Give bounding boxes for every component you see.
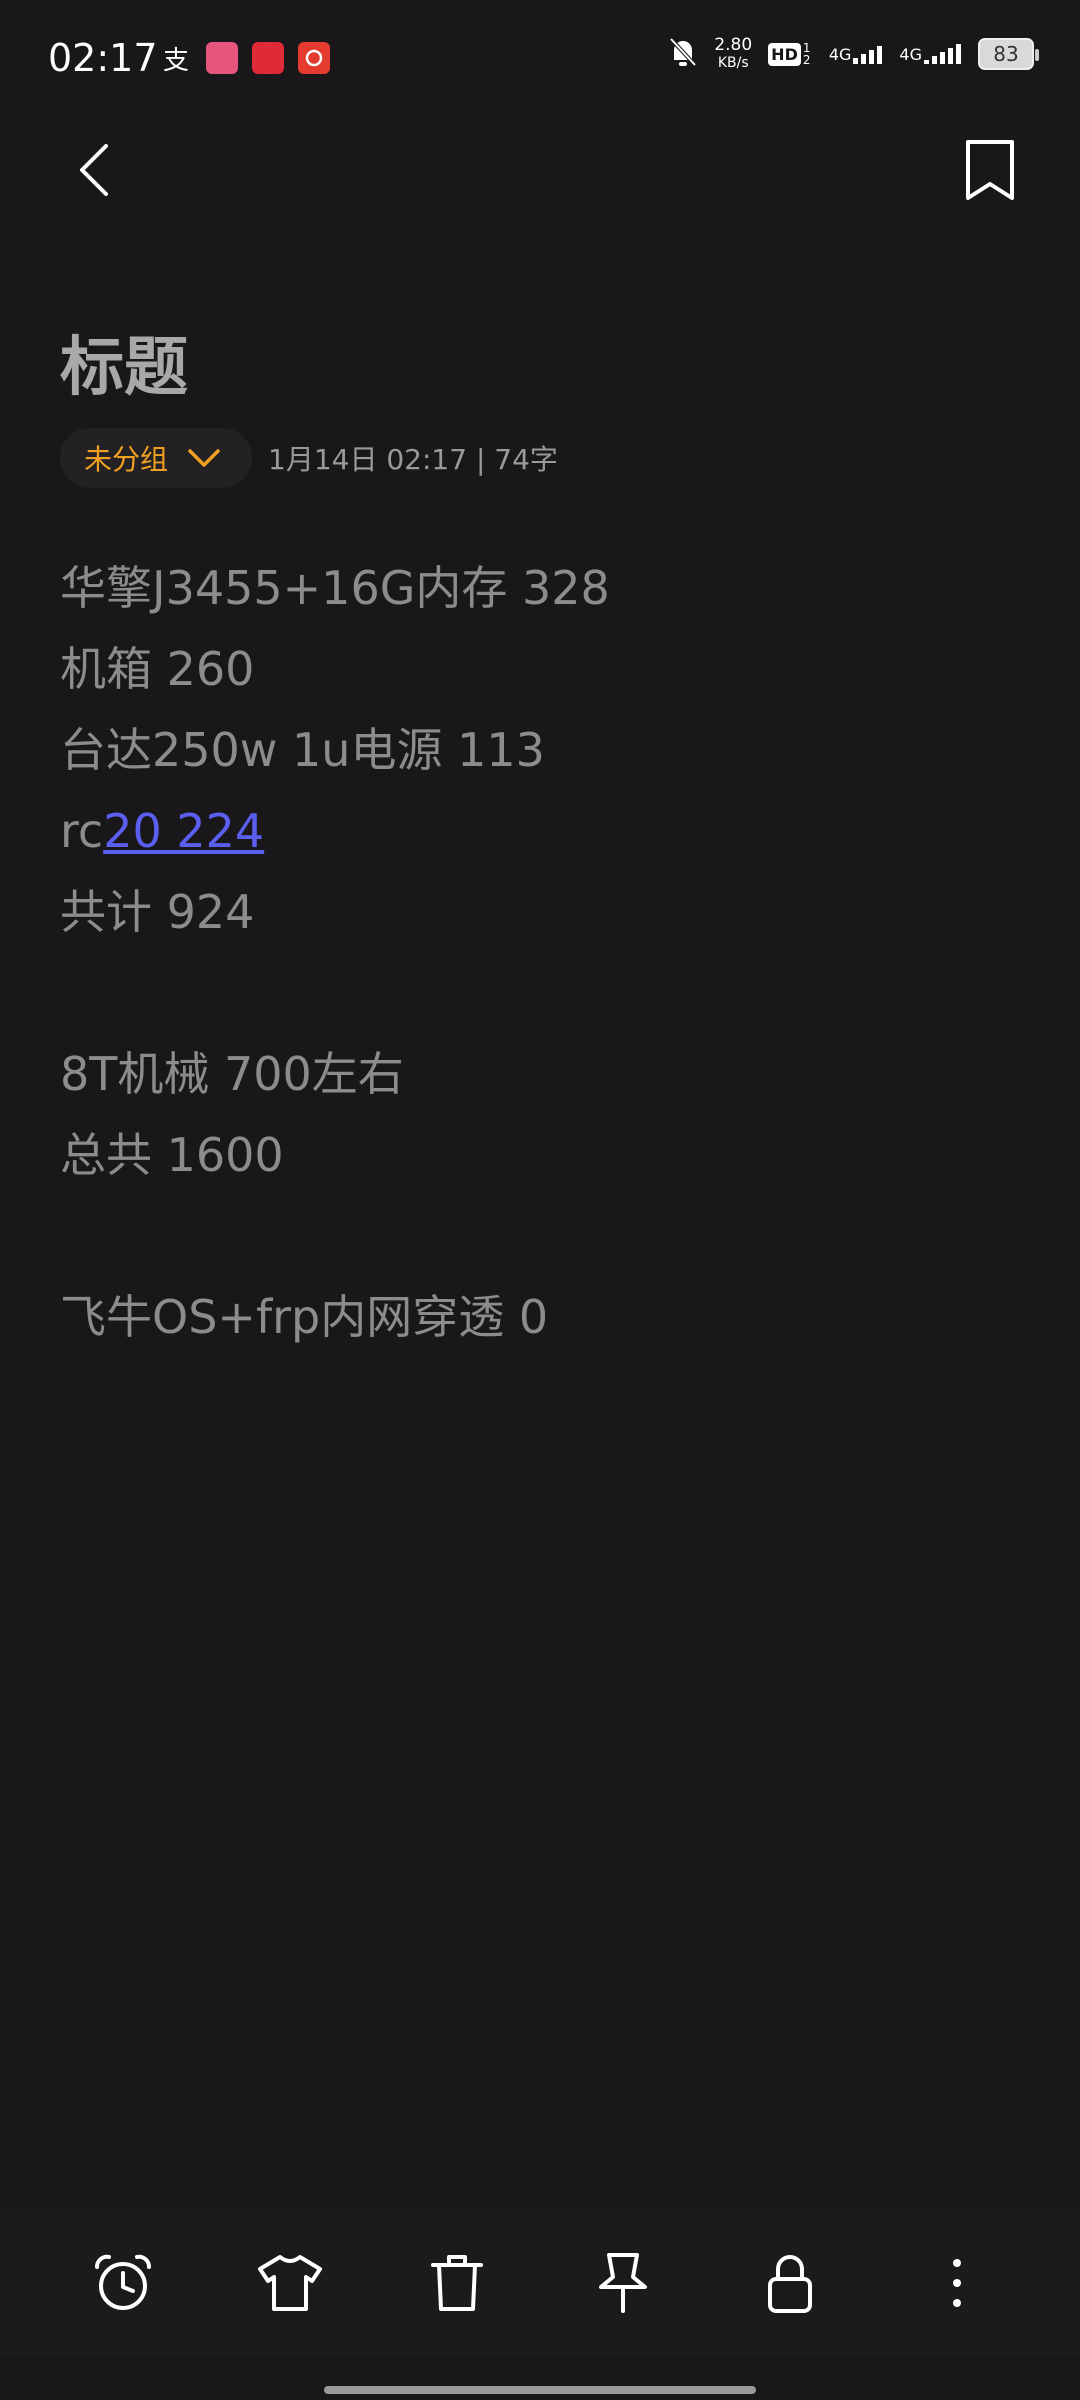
group-selector[interactable]: 未分组 — [60, 428, 253, 488]
notification-icons: 支 — [160, 42, 330, 76]
bottom-toolbar — [0, 2208, 1080, 2358]
note-line-prefix: rc — [60, 804, 104, 858]
note-meta: 1月14日 02:17 | 74字 — [268, 443, 558, 476]
top-bar — [0, 118, 1080, 218]
sim1-label: 4G — [828, 45, 852, 64]
note-body[interactable]: 华擎J3455+16G内存 328 机箱 260 台达250w 1u电源 113… — [60, 548, 1020, 1358]
group-label: 未分组 — [84, 443, 169, 476]
pin-button[interactable] — [583, 2243, 663, 2323]
back-button[interactable] — [62, 138, 122, 202]
netease-music-icon — [298, 42, 330, 74]
note-line-blank — [60, 953, 1020, 1034]
bookmark-button[interactable] — [960, 138, 1020, 202]
hd-sub: 1 2 — [802, 41, 811, 67]
hd-icon: HD 1 2 — [768, 42, 813, 66]
note-line: 总共 1600 — [60, 1128, 284, 1182]
bookmark-icon — [966, 140, 1014, 200]
chevron-down-icon — [188, 449, 220, 467]
note-line: 机箱 260 — [60, 642, 255, 696]
theme-button[interactable] — [250, 2243, 330, 2323]
more-button[interactable] — [917, 2243, 997, 2323]
network-speed-value: 2.80 — [714, 35, 753, 55]
battery-indicator: 83 — [978, 38, 1039, 70]
shirt-icon — [257, 2255, 322, 2311]
trash-icon — [430, 2255, 483, 2311]
sim2-label: 4G — [899, 45, 922, 64]
bell-muted-icon — [668, 36, 698, 72]
back-arrow-icon — [80, 144, 108, 196]
more-vertical-icon — [952, 2259, 961, 2307]
signal-sim1-icon: 4G — [829, 44, 884, 64]
status-bar: 02:17 支 2.80 KB/s HD 1 2 4G 4G 83 — [0, 0, 1080, 118]
hd-label: HD — [768, 42, 801, 66]
note-line: rc20 224 — [60, 791, 1020, 872]
note-line: 共计 924 — [60, 885, 255, 939]
reminder-button[interactable] — [83, 2243, 163, 2323]
note-line-blank — [60, 1196, 1020, 1277]
lock-button[interactable] — [750, 2243, 830, 2323]
network-speed: 2.80 KB/s — [714, 36, 752, 72]
signal-sim2-icon: 4G — [899, 44, 962, 64]
network-speed-unit: KB/s — [717, 55, 749, 71]
xiaohongshu-icon — [252, 42, 284, 74]
lock-icon — [767, 2255, 812, 2313]
alipay-icon: 支 — [162, 45, 189, 76]
note-meta-row: 未分组 1月14日 02:17 | 74字 — [60, 428, 558, 488]
phone-number-link[interactable]: 20 224 — [103, 804, 264, 858]
app-pink-icon — [206, 42, 238, 74]
system-icons: 2.80 KB/s HD 1 2 4G 4G 83 — [668, 36, 1039, 72]
note-title[interactable]: 标题 — [60, 316, 188, 408]
status-time: 02:17 — [48, 36, 158, 80]
alarm-clock-icon — [95, 2254, 152, 2310]
note-line: 8T机械 700左右 — [60, 1047, 404, 1101]
delete-button[interactable] — [417, 2243, 497, 2323]
note-line: 飞牛OS+frp内网穿透 0 — [60, 1290, 549, 1344]
home-indicator[interactable] — [324, 2386, 756, 2394]
pin-icon — [599, 2253, 648, 2313]
note-line: 台达250w 1u电源 113 — [60, 723, 545, 777]
note-line: 华擎J3455+16G内存 328 — [60, 561, 610, 615]
